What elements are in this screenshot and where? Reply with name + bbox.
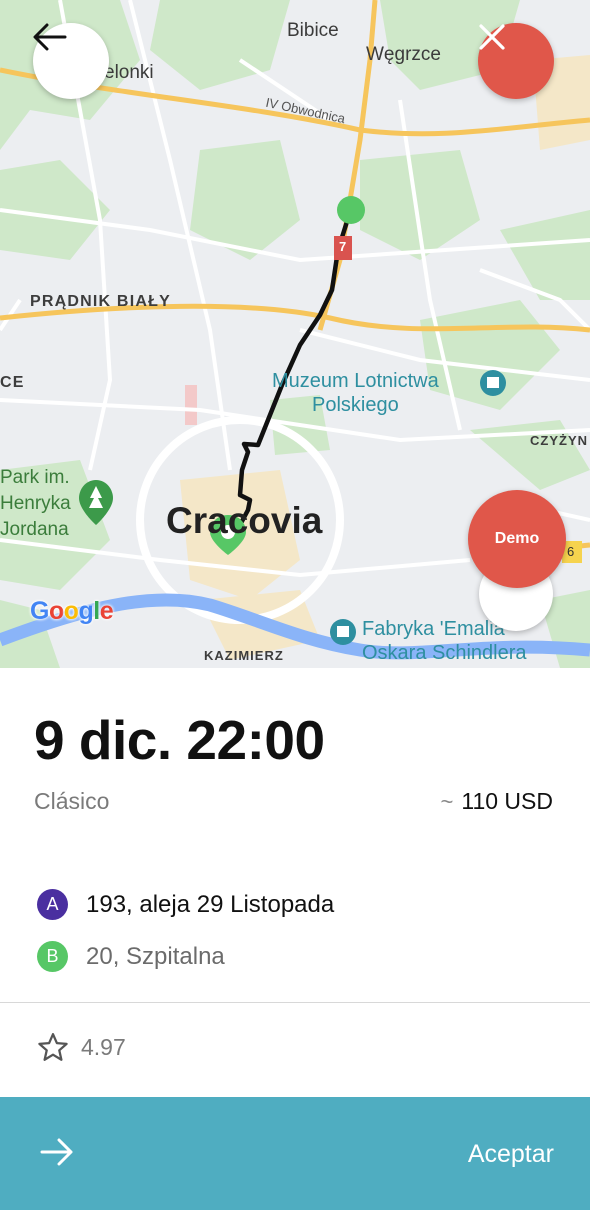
google-logo: Google (30, 597, 114, 625)
dropoff-stop: B 20, Szpitalna (37, 941, 225, 972)
map-label-czyzyny: CZYŻYN (530, 433, 588, 448)
map-label-kazimierz: KAZIMIERZ (204, 648, 284, 663)
map-label-zielonki: elonki (104, 62, 154, 83)
back-button[interactable] (33, 23, 109, 99)
map-label-road-6: 6 (567, 544, 575, 559)
rating-value: 4.97 (81, 1034, 126, 1060)
map-view[interactable]: Bibice Węgrzce elonki IV Obwodnica 7 PRĄ… (0, 0, 590, 668)
origin-marker (337, 196, 365, 224)
demo-badge: Demo (468, 490, 566, 588)
map-label-park: Park im. Henryka Jordana (0, 467, 71, 540)
stop-b-badge: B (37, 941, 68, 972)
trip-datetime: 9 dic. 22:00 (34, 709, 325, 771)
pickup-address: 193, aleja 29 Listopada (86, 890, 335, 918)
map-label-wegrzce: Węgrzce (366, 44, 441, 65)
map-hospital-area (185, 385, 197, 425)
accept-button[interactable]: Aceptar (0, 1097, 590, 1210)
divider (0, 1002, 590, 1003)
stop-a-badge: A (37, 889, 68, 920)
map-label-muzeum: Muzeum Lotnictwa Polskiego (272, 370, 439, 416)
map-label-city: Cracovia (166, 500, 323, 541)
close-button[interactable] (478, 23, 554, 99)
arrow-left-icon (33, 23, 67, 51)
map-label-pradnik: PRĄDNIK BIAŁY (30, 293, 171, 310)
map-label-road-7: 7 (339, 239, 347, 254)
trip-price: ~110 USD (441, 788, 553, 815)
passenger-rating: 4.97 (37, 1032, 126, 1063)
fare-type: Clásico (34, 788, 110, 814)
map-label-ce: CE (0, 374, 25, 391)
pickup-stop: A 193, aleja 29 Listopada (37, 889, 334, 920)
close-icon (479, 24, 505, 50)
dropoff-address: 20, Szpitalna (86, 942, 225, 970)
arrow-right-icon (40, 1138, 73, 1166)
price-approx-symbol: ~ (440, 789, 454, 814)
map-label-bibice: Bibice (287, 20, 339, 41)
accept-label: Aceptar (467, 1140, 554, 1168)
star-icon (38, 1033, 68, 1061)
price-value: 110 USD (461, 788, 553, 814)
trip-details-sheet: 9 dic. 22:00 Clásico ~110 USD A 193, ale… (0, 668, 590, 1210)
